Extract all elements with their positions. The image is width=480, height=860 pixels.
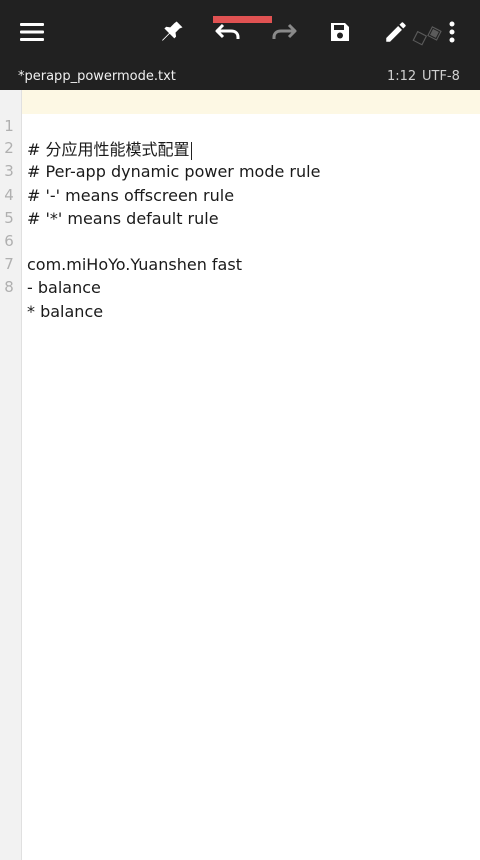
save-icon[interactable] (320, 12, 360, 52)
file-status-bar: *perapp_powermode.txt 1:12 UTF-8 (0, 64, 480, 90)
app-toolbar: ◇◈ (0, 0, 480, 64)
editor-line[interactable]: 5 (0, 184, 480, 227)
cursor-position: 1:12 (387, 69, 417, 84)
line-number: 8 (4, 278, 14, 297)
file-name[interactable]: *perapp_powermode.txt (18, 69, 176, 84)
editor-line[interactable]: 3 # '-' means offscreen rule (0, 137, 480, 204)
line-text[interactable]: * balance (27, 300, 103, 323)
editor-line[interactable]: 8 * balance (0, 253, 480, 320)
pin-icon[interactable] (152, 12, 192, 52)
editor-line[interactable]: 1 # 分应用性能模式配置 (0, 90, 480, 160)
editor-line[interactable]: 7 - balance (0, 230, 480, 297)
menu-icon[interactable] (12, 12, 52, 52)
editor-lines[interactable]: 1 # 分应用性能模式配置 2 # Per-app dynamic power … (0, 90, 480, 321)
editor-line[interactable]: 2 # Per-app dynamic power mode rule (0, 114, 480, 181)
editor-line[interactable]: 4 # '*' means default rule (0, 160, 480, 228)
editor-line[interactable]: 6 com.miHoYo.Yuanshen fast (0, 207, 480, 274)
file-encoding[interactable]: UTF-8 (422, 69, 460, 84)
undo-highlight-top (213, 16, 272, 23)
text-editor[interactable]: 1 # 分应用性能模式配置 2 # Per-app dynamic power … (0, 90, 480, 860)
line-text[interactable]: - balance (27, 276, 101, 299)
